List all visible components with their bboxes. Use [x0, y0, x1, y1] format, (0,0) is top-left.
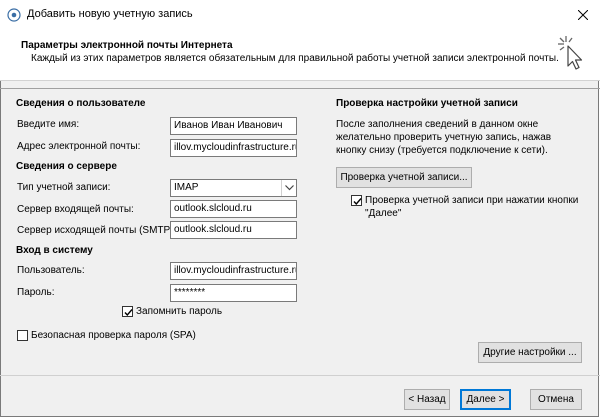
test-description: После заполнения сведений в данном окне … [336, 119, 552, 156]
remember-password-label: Запомнить пароль [136, 306, 223, 317]
password-label: Пароль: [17, 287, 55, 298]
outgoing-server-label: Сервер исходящей почты (SMTP): [17, 225, 177, 236]
username-field[interactable]: illov.mycloudinfrastructure.ru( [170, 262, 297, 280]
header-subtitle: Каждый из этих параметров является обяза… [31, 53, 559, 64]
server-info-section-title: Сведения о сервере [16, 161, 117, 172]
back-button[interactable]: < Назад [404, 389, 450, 410]
incoming-server-label: Сервер входящей почты: [17, 204, 134, 215]
spa-label: Безопасная проверка пароля (SPA) [31, 330, 196, 341]
cursor-click-icon [556, 34, 588, 76]
window-title: Добавить новую учетную запись [27, 8, 193, 20]
auto-test-label-line2: "Далее" [365, 208, 402, 219]
header-title: Параметры электронной почты Интернета [21, 40, 233, 51]
spa-checkbox[interactable] [17, 330, 28, 341]
incoming-server-field[interactable]: outlook.slcloud.ru [170, 200, 297, 218]
email-field[interactable]: illov.mycloudinfrastructure.ru [170, 139, 297, 157]
account-type-value: IMAP [174, 182, 199, 193]
chevron-down-icon[interactable] [281, 180, 296, 196]
password-field[interactable]: ******** [170, 284, 297, 302]
username-label: Пользователь: [17, 265, 85, 276]
cancel-button[interactable]: Отмена [530, 389, 582, 410]
login-section-title: Вход в систему [16, 245, 93, 256]
remember-password-checkbox[interactable] [122, 306, 133, 317]
user-info-section-title: Сведения о пользователе [16, 98, 146, 109]
outgoing-server-field[interactable]: outlook.slcloud.ru [170, 221, 297, 239]
auto-test-label-line1: Проверка учетной записи при нажатии кноп… [365, 195, 579, 206]
test-account-button[interactable]: Проверка учетной записи... [336, 167, 472, 188]
next-button[interactable]: Далее > [460, 389, 511, 410]
name-field[interactable]: Иванов Иван Иванович [170, 117, 297, 135]
dialog-header: Параметры электронной почты Интернета Ка… [0, 30, 600, 81]
footer-divider [0, 375, 600, 376]
header-divider [0, 88, 600, 89]
account-type-select[interactable]: IMAP [170, 179, 297, 197]
auto-test-checkbox[interactable] [351, 195, 362, 206]
more-settings-button[interactable]: Другие настройки ... [478, 342, 582, 363]
name-label: Введите имя: [17, 119, 80, 130]
title-bar: Добавить новую учетную запись [0, 0, 600, 30]
close-icon[interactable] [566, 0, 600, 30]
email-label: Адрес электронной почты: [17, 141, 141, 152]
account-type-label: Тип учетной записи: [17, 182, 111, 193]
test-section-title: Проверка настройки учетной записи [336, 98, 518, 109]
outlook-app-icon [7, 8, 21, 22]
